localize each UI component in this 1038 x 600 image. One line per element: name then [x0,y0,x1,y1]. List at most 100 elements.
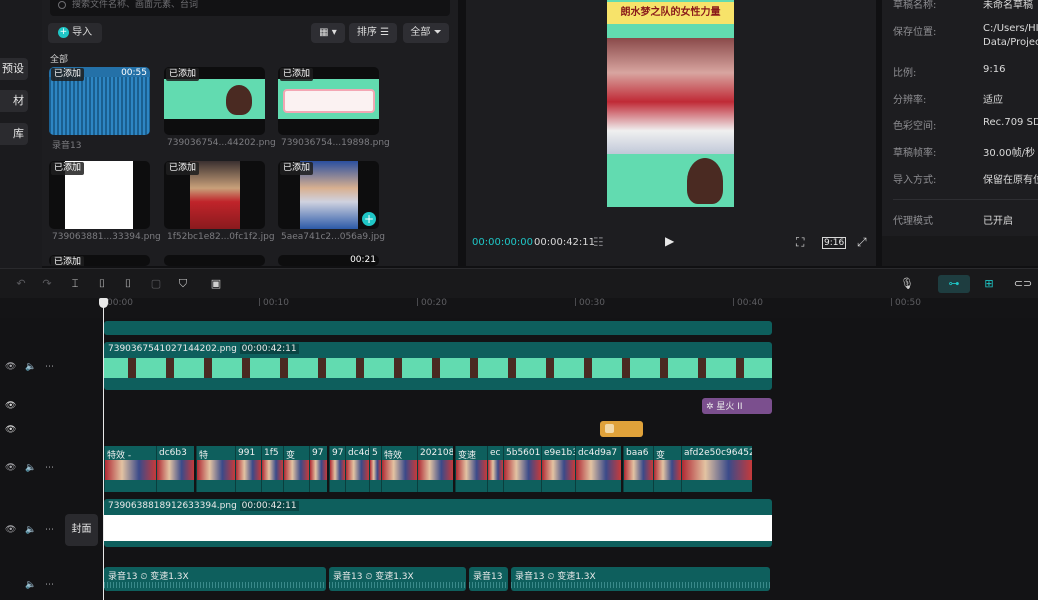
overlay-clip[interactable] [104,321,772,335]
cover-button[interactable]: 封面 [65,514,98,546]
media-item-photo[interactable]: 已添加 [164,161,265,229]
video-segment[interactable]: 97 [329,446,345,492]
main-video-track[interactable]: 特效 - dc6b3 特 991 1f5 变 97 97 dc4d 5 特效 202108 变速 ec 5… [104,446,772,492]
more-icon[interactable]: ⋯ [45,362,54,372]
media-item-partial[interactable] [164,255,265,266]
segment-label: 202108 [420,448,453,458]
microphone-icon[interactable]: 🎙 [900,277,914,291]
timeline-ruler[interactable]: 00:00 00:10 00:20 00:30 00:40 00:50 [0,298,1038,318]
trim-right-icon[interactable]: ⌷ [121,277,135,291]
eye-icon[interactable]: 👁 [5,463,16,473]
plus-icon: + [57,26,69,38]
media-item-image[interactable]: 已添加 [278,67,379,135]
audio-clip[interactable]: 录音13 ⏲ 变速1.3X [104,567,326,591]
speaker-icon[interactable]: 🔈 [25,525,36,535]
list-icon[interactable]: ☷ [593,235,604,249]
speaker-icon[interactable]: 🔈 [25,362,36,372]
more-icon[interactable]: ⋯ [45,525,54,535]
video-segment[interactable]: dc6b3 [156,446,194,492]
filter-label: 全部 [410,27,431,38]
video-segment[interactable]: 特效 [381,446,417,492]
nav-item-library[interactable]: 库 [0,123,28,145]
linkage-icon[interactable]: ⊞ [976,275,1002,293]
background-clip[interactable]: 7390638818912633394.png 00:00:42:11 [104,499,772,547]
video-segment[interactable]: ec [487,446,503,492]
media-item-audio[interactable]: 已添加 00:55 [49,67,150,135]
media-item-image[interactable]: 已添加 [49,161,150,229]
redo-icon[interactable]: ↷ [40,277,54,291]
sticker-clip[interactable]: 7390367541027144202.png 00:00:42:11 [104,342,772,390]
media-item-image[interactable]: 已添加 [164,67,265,135]
video-segment[interactable]: baa6 [623,446,653,492]
waveform [511,582,770,588]
segment-thumbnail [456,460,487,480]
nav-item-presets[interactable]: 预设 [0,58,28,80]
search-input[interactable]: 搜索文件名称、画面元素、台词 [50,0,450,16]
audio-clip[interactable]: 录音13 ⏲ 变速1.3X [329,567,466,591]
speaker-icon[interactable]: 🔈 [25,580,36,590]
clip-name: 录音13 ⏲ 变速1.3X [515,572,596,582]
filter-button[interactable]: 全部 ⏷ [403,23,449,43]
playhead[interactable] [103,298,104,600]
audio-clip[interactable]: 录音13 [469,567,508,591]
ratio-button[interactable]: 9:16 [822,237,847,249]
prop-label-framerate: 草稿帧率: [893,148,937,159]
added-tag: 已添加 [166,68,200,81]
fit-icon[interactable]: ⛶ [796,235,804,250]
segment-thumbnail [624,460,653,480]
video-segment[interactable]: 97 [309,446,327,492]
add-to-timeline-icon[interactable]: + [362,212,376,226]
clip-name: 录音13 ⏲ 变速1.3X [108,572,189,582]
delete-icon[interactable]: ▢ [149,277,163,291]
preview-canvas: 朗水梦之队的女性力量 [607,0,734,207]
playhead-handle[interactable] [99,298,108,308]
video-segment[interactable]: 变 [653,446,681,492]
waveform [469,582,508,588]
video-segment[interactable]: 特 [196,446,235,492]
view-toggle-button[interactable]: ▦ ▾ [311,23,345,43]
video-segment[interactable]: 991 [235,446,261,492]
trim-left-icon[interactable]: ⌷ [95,277,109,291]
eye-icon[interactable]: 👁 [5,362,16,372]
video-segment[interactable]: 变速 [455,446,487,492]
sort-button[interactable]: 排序 ☰ [349,23,397,43]
nav-item-material[interactable]: 材 [0,90,28,112]
fullscreen-icon[interactable]: ⤢ [857,235,867,250]
left-nav: 预设 材 库 [0,0,42,268]
segment-thumbnail [370,460,381,480]
eye-icon[interactable]: 👁 [5,401,16,411]
link-icon[interactable]: ⊂⊃ [1010,275,1036,293]
prop-label-import: 导入方式: [893,175,937,186]
more-icon[interactable]: ⋯ [45,463,54,473]
video-segment[interactable]: dc4d9a7 [575,446,621,492]
split-icon[interactable]: ⌶ [68,277,82,291]
video-segment[interactable]: 变 [283,446,309,492]
video-segment[interactable]: 5b5601 [503,446,541,492]
audio-clip[interactable]: 录音13 ⏲ 变速1.3X [511,567,770,591]
undo-icon[interactable]: ↶ [14,277,28,291]
shield-icon[interactable]: ⛉ [176,277,190,291]
main-track-magnet-icon[interactable]: ⊶ [938,275,970,293]
eye-icon[interactable]: 👁 [5,525,16,535]
import-button[interactable]: + 导入 [48,23,102,43]
play-icon[interactable]: ▶ [665,234,674,248]
media-item-photo[interactable]: 已添加 + [278,161,379,229]
screenshot-icon[interactable]: ▣ [209,277,223,291]
media-caption: 5aea741c2...056a9.jpg [281,232,385,242]
eye-icon[interactable]: 👁 [5,425,16,435]
video-segment[interactable]: dc4d [345,446,369,492]
video-segment[interactable]: 5 [369,446,381,492]
video-segment[interactable]: afd2e50c964527 [681,446,752,492]
video-segment[interactable]: 202108 [417,446,453,492]
media-item-partial[interactable]: 已添加 [49,255,150,266]
video-segment[interactable]: e9e1b3 [541,446,575,492]
text-clip[interactable] [600,421,643,437]
prop-value-proxy: 已开启 [983,216,1013,227]
media-item-partial[interactable]: 00:21 [278,255,379,266]
video-segment[interactable]: 1f5 [261,446,283,492]
waveform [329,582,466,588]
effect-clip[interactable]: ✲ 星火 II [702,398,772,414]
speaker-icon[interactable]: 🔈 [25,463,36,473]
more-icon[interactable]: ⋯ [45,580,54,590]
video-segment[interactable]: 特效 - [104,446,156,492]
